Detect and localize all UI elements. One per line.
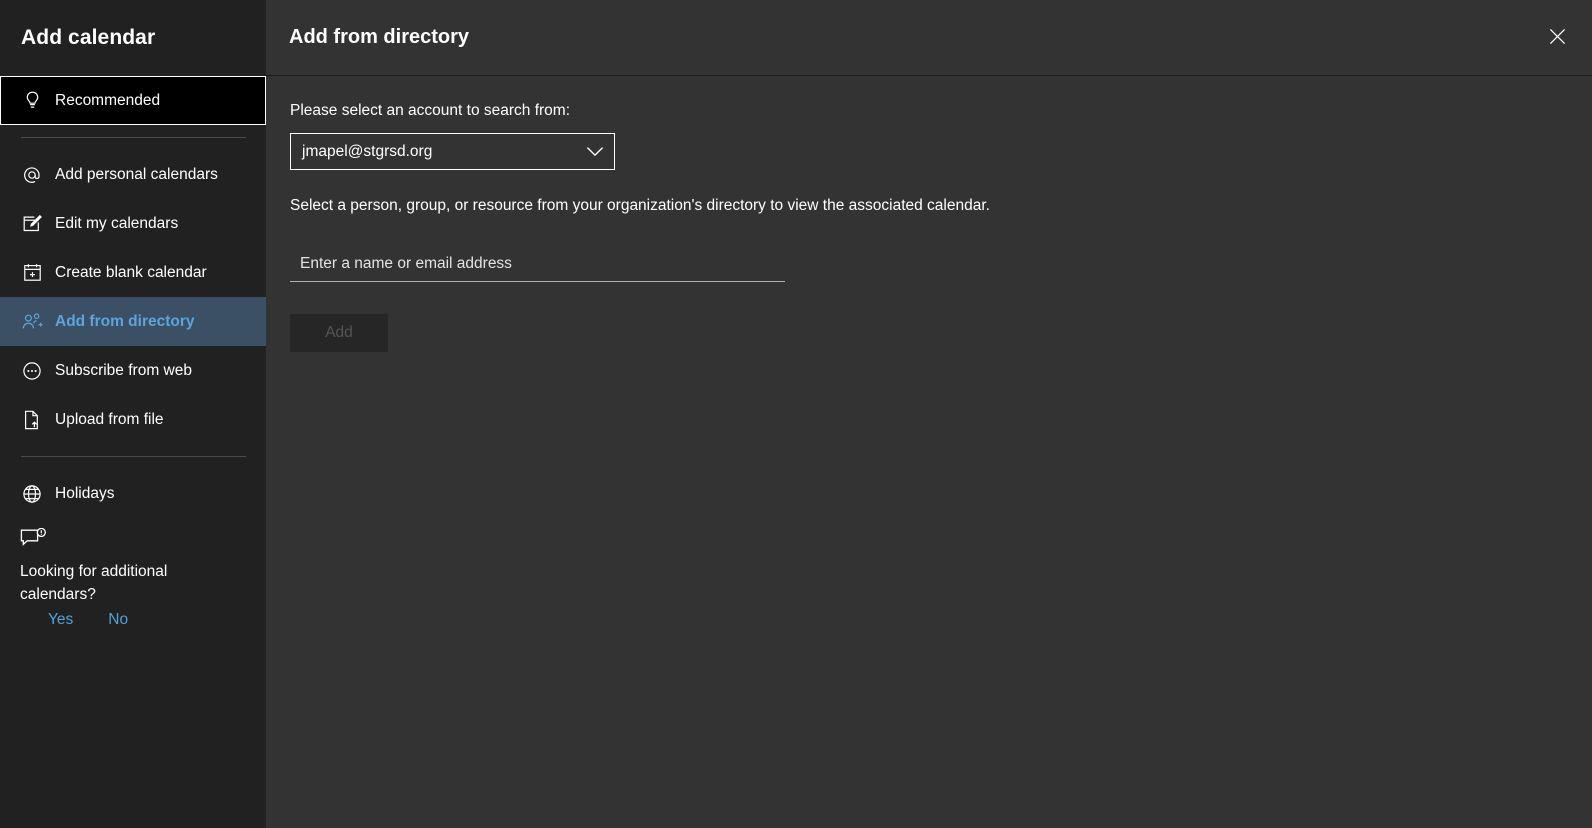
lightbulb-icon — [20, 90, 44, 112]
sidebar-header: Add calendar — [0, 0, 266, 76]
calendar-plus-icon — [20, 262, 44, 284]
sidebar-divider-2 — [21, 456, 246, 457]
sidebar-item-label: Subscribe from web — [55, 361, 192, 379]
chevron-down-icon — [586, 146, 604, 157]
main-panel: Add from directory Please select an acco… — [266, 0, 1592, 828]
account-select-value: jmapel@stgrsd.org — [302, 142, 433, 160]
sidebar-item-add-from-directory[interactable]: Add from directory — [0, 297, 266, 346]
close-button[interactable] — [1538, 20, 1576, 58]
sidebar-item-label: Edit my calendars — [55, 214, 179, 232]
main-body: Please select an account to search from:… — [266, 76, 1592, 828]
sidebar-item-label: Upload from file — [55, 410, 164, 428]
add-calendar-dialog: Add calendar Recommended Add personal ca… — [0, 0, 1592, 828]
sidebar-item-label: Recommended — [55, 91, 161, 109]
sidebar-item-holidays[interactable]: Holidays — [0, 469, 266, 518]
add-button[interactable]: Add — [290, 314, 388, 352]
sidebar-divider-1 — [21, 137, 246, 138]
search-input[interactable] — [300, 255, 785, 273]
sidebar-item-label: Add from directory — [55, 312, 195, 330]
dialog-title: Add calendar — [21, 26, 156, 49]
subscribe-circle-icon — [20, 360, 44, 382]
globe-icon — [20, 483, 44, 505]
feedback-yes-link[interactable]: Yes — [48, 611, 73, 629]
feedback-question: Looking for additional calendars? — [20, 563, 168, 603]
person-add-icon — [20, 311, 44, 333]
main-header: Add from directory — [266, 0, 1592, 76]
sidebar-item-label: Holidays — [55, 484, 115, 502]
sidebar-item-upload-from-file[interactable]: Upload from file — [0, 395, 266, 444]
sidebar-item-edit-my-calendars[interactable]: Edit my calendars — [0, 199, 266, 248]
search-input-wrap — [290, 255, 785, 282]
sidebar-item-recommended[interactable]: Recommended — [0, 76, 266, 125]
at-sign-icon — [20, 164, 44, 186]
account-select-label: Please select an account to search from: — [290, 102, 571, 119]
sidebar-item-add-personal-calendars[interactable]: Add personal calendars — [0, 150, 266, 199]
page-title: Add from directory — [289, 26, 470, 48]
sidebar: Add calendar Recommended Add personal ca… — [0, 0, 266, 828]
file-upload-icon — [20, 409, 44, 431]
directory-helper-text: Select a person, group, or resource from… — [290, 197, 990, 214]
sidebar-item-subscribe-from-web[interactable]: Subscribe from web — [0, 346, 266, 395]
sidebar-item-create-blank-calendar[interactable]: Create blank calendar — [0, 248, 266, 297]
sidebar-item-label: Create blank calendar — [55, 263, 207, 281]
edit-note-icon — [20, 213, 44, 235]
sidebar-item-label: Add personal calendars — [55, 165, 218, 183]
close-icon — [1548, 27, 1567, 51]
feedback-block: Looking for additional calendars? Yes No — [0, 518, 266, 629]
sidebar-nav: Recommended Add personal calendars Edit … — [0, 76, 266, 629]
feedback-actions: Yes No — [20, 611, 246, 629]
feedback-bubble-icon — [20, 527, 246, 555]
feedback-no-link[interactable]: No — [108, 611, 128, 629]
account-select[interactable]: jmapel@stgrsd.org — [290, 133, 615, 170]
